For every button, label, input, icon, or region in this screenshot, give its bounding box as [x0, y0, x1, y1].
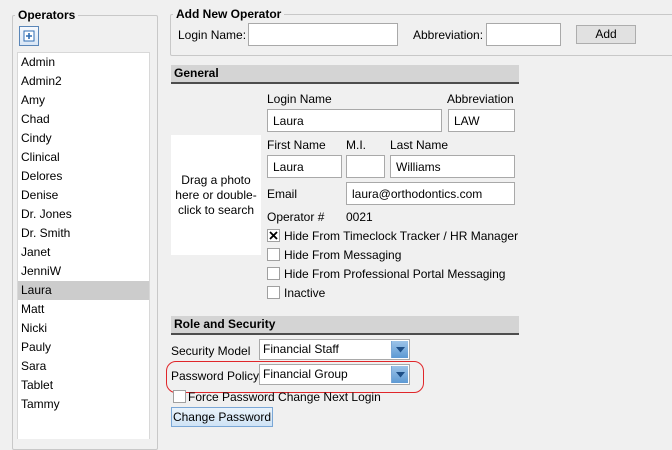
plus-icon [23, 30, 35, 42]
operator-list-item[interactable]: Admin2 [18, 72, 149, 91]
photo-drop-area[interactable]: Drag a photo here or double-click to sea… [171, 135, 261, 255]
operator-list-item[interactable]: Tammy [18, 395, 149, 414]
new-login-name-input[interactable] [248, 23, 398, 46]
general-checkbox[interactable] [267, 286, 280, 299]
operator-list-item[interactable]: Matt [18, 300, 149, 319]
login-name-input[interactable] [267, 109, 442, 132]
password-policy-label: Password Policy [171, 369, 260, 383]
password-policy-select[interactable]: Financial Group [259, 364, 410, 385]
operator-list-item[interactable]: Delores [18, 167, 149, 186]
new-abbreviation-label: Abbreviation: [413, 28, 484, 42]
general-checkbox[interactable] [267, 267, 280, 280]
mi-input[interactable] [346, 155, 385, 178]
operator-list-item[interactable]: JenniW [18, 262, 149, 281]
operator-list-item[interactable]: Dr. Smith [18, 224, 149, 243]
operator-list-item[interactable]: Cindy [18, 129, 149, 148]
operator-list-item[interactable]: Tablet [18, 376, 149, 395]
photo-drop-text: Drag a photo here or double-click to sea… [175, 172, 257, 217]
operator-list-item[interactable]: Denise [18, 186, 149, 205]
new-login-name-label: Login Name: [178, 28, 247, 42]
email-input[interactable] [346, 182, 515, 205]
force-password-change-label: Force Password Change Next Login [188, 390, 381, 404]
password-policy-value: Financial Group [263, 367, 348, 381]
security-model-select[interactable]: Financial Staff [259, 339, 410, 360]
chevron-down-icon[interactable] [391, 366, 408, 383]
operator-list-item[interactable]: Admin [18, 53, 149, 72]
operator-list[interactable]: Admin Admin2 Amy Chad Cindy Clinical Delores De… [17, 52, 150, 439]
first-name-input[interactable] [267, 155, 342, 178]
operators-legend: Operators [18, 8, 76, 22]
force-password-change-checkbox[interactable] [173, 390, 186, 403]
operator-list-item[interactable]: Sara [18, 357, 149, 376]
general-checkbox-label: Inactive [284, 286, 326, 300]
operator-list-item[interactable]: Dr. Jones [18, 205, 149, 224]
add-operator-button[interactable] [19, 26, 39, 46]
operator-list-item[interactable]: Pauly [18, 338, 149, 357]
first-name-label: First Name [267, 138, 326, 152]
security-model-value: Financial Staff [263, 342, 339, 356]
add-new-operator-legend: Add New Operator [176, 7, 282, 21]
email-label: Email [267, 187, 298, 201]
general-checkbox[interactable] [267, 248, 280, 261]
operator-list-item[interactable]: Laura [18, 281, 149, 300]
general-checkbox-label: Hide From Professional Portal Messaging [284, 267, 506, 281]
general-section-header: General [171, 65, 519, 84]
general-checkbox[interactable] [267, 229, 280, 242]
add-button[interactable]: Add [576, 25, 636, 44]
chevron-down-icon[interactable] [391, 341, 408, 358]
general-checkbox-label: Hide From Timeclock Tracker / HR Manager [284, 229, 519, 243]
security-model-label: Security Model [171, 344, 251, 358]
operator-list-item[interactable]: Clinical [18, 148, 149, 167]
new-abbreviation-input[interactable] [486, 23, 561, 46]
operator-list-item[interactable]: Janet [18, 243, 149, 262]
operator-list-item[interactable]: Amy [18, 91, 149, 110]
checkmark-x-icon [269, 231, 278, 240]
operator-number-label: Operator # [267, 210, 325, 224]
login-name-label: Login Name [267, 92, 332, 106]
general-checkbox-label: Hide From Messaging [284, 248, 402, 262]
operator-number-value: 0021 [346, 210, 373, 224]
role-security-section-header: Role and Security [171, 316, 519, 335]
last-name-input[interactable] [390, 155, 515, 178]
operator-list-item[interactable]: Nicki [18, 319, 149, 338]
change-password-button[interactable]: Change Password [171, 407, 273, 427]
abbreviation-input[interactable] [448, 109, 515, 132]
last-name-label: Last Name [390, 138, 449, 152]
mi-label: M.I. [346, 138, 366, 152]
abbreviation-label: Abbreviation [447, 92, 514, 106]
operator-list-item[interactable]: Chad [18, 110, 149, 129]
